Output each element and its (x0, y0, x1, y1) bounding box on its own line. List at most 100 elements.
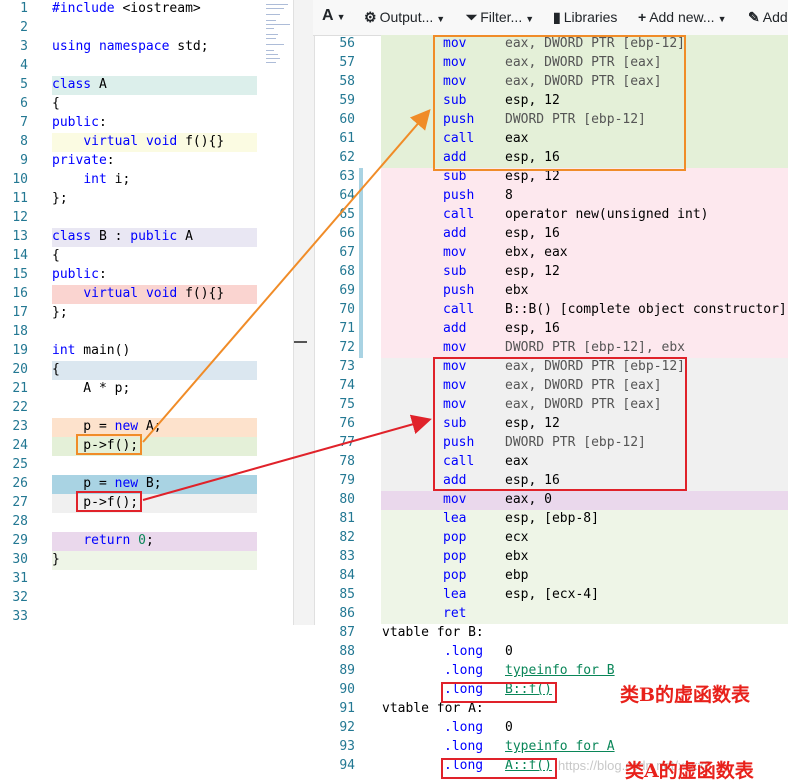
asm-line[interactable]: 81 lea esp, [ebp-8] (313, 510, 788, 529)
source-line[interactable]: 8 virtual void f(){} (0, 133, 293, 152)
source-line[interactable]: 27 p->f(); (0, 494, 293, 513)
asm-operands: esp, [ecx-4] (505, 587, 599, 602)
source-line[interactable]: 7 public: (0, 114, 293, 133)
asm-line[interactable]: 60 push DWORD PTR [ebp-12] (313, 111, 788, 130)
minimap-line (266, 4, 288, 5)
source-line[interactable]: 3 using namespace std; (0, 38, 293, 57)
asm-line[interactable]: 71 add esp, 16 (313, 320, 788, 339)
line-number: 24 (12, 438, 28, 453)
asm-operands: DWORD PTR [ebp-12] (505, 435, 646, 450)
source-line[interactable]: 33 (0, 608, 293, 627)
line-number: 13 (12, 229, 28, 244)
asm-line[interactable]: 77 push DWORD PTR [ebp-12] (313, 434, 788, 453)
source-code-text: class A (52, 77, 107, 92)
asm-line[interactable]: 72 mov DWORD PTR [ebp-12], ebx (313, 339, 788, 358)
asm-line[interactable]: 58 mov eax, DWORD PTR [eax] (313, 73, 788, 92)
font-size-button[interactable]: A ▼ (322, 7, 345, 25)
source-code-text: p = new A; (52, 419, 162, 434)
asm-line[interactable]: 64 push 8 (313, 187, 788, 206)
source-line[interactable]: 12 (0, 209, 293, 228)
asm-line[interactable]: 92 .long 0 (313, 719, 788, 738)
source-line[interactable]: 19 int main() (0, 342, 293, 361)
asm-line[interactable]: 93 .long typeinfo for A (313, 738, 788, 757)
asm-line[interactable]: 65 call operator new(unsigned int) (313, 206, 788, 225)
asm-line[interactable]: 88 .long 0 (313, 643, 788, 662)
asm-line[interactable]: 80 mov eax, 0 (313, 491, 788, 510)
source-line[interactable]: 9 private: (0, 152, 293, 171)
pane-splitter[interactable] (293, 0, 315, 625)
asm-line[interactable]: 56 mov eax, DWORD PTR [ebp-12] (313, 35, 788, 54)
asm-operands: ebx (505, 549, 529, 564)
source-line[interactable]: 18 (0, 323, 293, 342)
symbol-link[interactable]: A::f() (505, 758, 552, 773)
source-line[interactable]: 30} (0, 551, 293, 570)
source-line[interactable]: 13 class B : public A (0, 228, 293, 247)
source-line[interactable]: 28 (0, 513, 293, 532)
source-line[interactable]: 29 return 0; (0, 532, 293, 551)
source-line[interactable]: 26 p = new B; (0, 475, 293, 494)
asm-line[interactable]: 82 pop ecx (313, 529, 788, 548)
asm-line[interactable]: 84 pop ebp (313, 567, 788, 586)
asm-line[interactable]: 78 call eax (313, 453, 788, 472)
asm-line[interactable]: 57 mov eax, DWORD PTR [eax] (313, 54, 788, 73)
asm-opcode: call (443, 454, 475, 469)
source-line[interactable]: 10 int i; (0, 171, 293, 190)
asm-line[interactable]: 86 ret (313, 605, 788, 624)
asm-line[interactable]: 70 call B::B() [complete object constructo… (313, 301, 788, 320)
asm-opcode: add (443, 473, 467, 488)
asm-line[interactable]: 85 lea esp, [ecx-4] (313, 586, 788, 605)
asm-line[interactable]: 73 mov eax, DWORD PTR [ebp-12] (313, 358, 788, 377)
source-line[interactable]: 17}; (0, 304, 293, 323)
asm-line[interactable]: 79 add esp, 16 (313, 472, 788, 491)
source-line[interactable]: 4 (0, 57, 293, 76)
asm-line[interactable]: 59 sub esp, 12 (313, 92, 788, 111)
line-number: 87 (339, 625, 355, 640)
minimap-line (266, 24, 290, 25)
source-line[interactable]: 20 { (0, 361, 293, 380)
asm-line[interactable]: 89 .long typeinfo for B (313, 662, 788, 681)
symbol-link[interactable]: typeinfo for A (505, 739, 615, 754)
add-new-button[interactable]: + Add new... ▼ (638, 9, 727, 25)
asm-line[interactable]: 74 mov eax, DWORD PTR [eax] (313, 377, 788, 396)
source-line[interactable]: 25 (0, 456, 293, 475)
source-line[interactable]: 2 (0, 19, 293, 38)
asm-line[interactable]: 66 add esp, 16 (313, 225, 788, 244)
symbol-link[interactable]: typeinfo for B (505, 663, 615, 678)
asm-line[interactable]: 63 sub esp, 12 (313, 168, 788, 187)
output-button[interactable]: ⚙ Output... ▼ (364, 9, 445, 26)
asm-line[interactable]: 62 add esp, 16 (313, 149, 788, 168)
source-editor[interactable]: 1 #include <iostream> 2 3 using namespace st… (0, 0, 293, 780)
source-line[interactable]: 21 A * p; (0, 380, 293, 399)
line-number: 63 (339, 169, 355, 184)
asm-gutter-marker (359, 206, 363, 225)
source-line[interactable]: 6{ (0, 95, 293, 114)
asm-line[interactable]: 87 vtable for B: (313, 624, 788, 643)
asm-line[interactable]: 83 pop ebx (313, 548, 788, 567)
source-line[interactable]: 15 public: (0, 266, 293, 285)
source-line[interactable]: 11}; (0, 190, 293, 209)
add-tool-button[interactable]: ✎ Add (748, 9, 788, 26)
libraries-button[interactable]: ▮ Libraries (553, 9, 617, 26)
splitter-grip[interactable] (294, 341, 307, 343)
asm-line[interactable]: 75 mov eax, DWORD PTR [eax] (313, 396, 788, 415)
source-line[interactable]: 1 #include <iostream> (0, 0, 293, 19)
filter-button[interactable]: ⏷ Filter... ▼ (466, 9, 534, 26)
asm-line[interactable]: 69 push ebx (313, 282, 788, 301)
asm-line[interactable]: 68 sub esp, 12 (313, 263, 788, 282)
source-line[interactable]: 5 class A (0, 76, 293, 95)
source-line[interactable]: 22 (0, 399, 293, 418)
source-line[interactable]: 31 (0, 570, 293, 589)
asm-line[interactable]: 67 mov ebx, eax (313, 244, 788, 263)
asm-opcode: call (443, 131, 475, 146)
line-number: 94 (339, 758, 355, 773)
asm-line[interactable]: 76 sub esp, 12 (313, 415, 788, 434)
asm-opcode: sub (443, 93, 467, 108)
asm-line[interactable]: 61 call eax (313, 130, 788, 149)
source-line[interactable]: 23 p = new A; (0, 418, 293, 437)
source-line[interactable]: 32 (0, 589, 293, 608)
source-line[interactable]: 14 { (0, 247, 293, 266)
asm-operands: ecx (505, 530, 529, 545)
source-line[interactable]: 24 p->f(); (0, 437, 293, 456)
source-line[interactable]: 16 virtual void f(){} (0, 285, 293, 304)
symbol-link[interactable]: B::f() (505, 682, 552, 697)
